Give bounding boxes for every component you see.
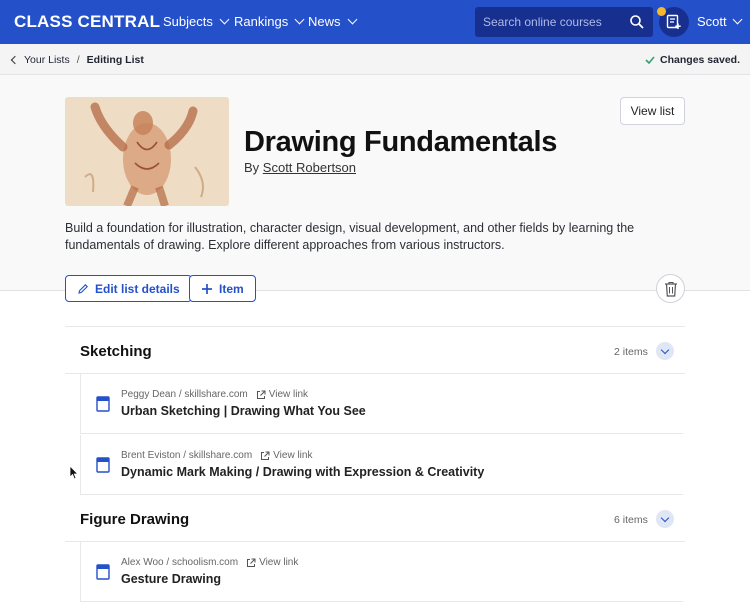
- view-link-label: View link: [273, 450, 313, 461]
- breadcrumb-bar: Your Lists / Editing List Changes saved.: [0, 44, 750, 75]
- nav-subjects-label: Subjects: [163, 14, 213, 29]
- item-title[interactable]: Urban Sketching | Drawing What You See: [121, 404, 366, 418]
- trash-icon: [665, 281, 677, 297]
- anatomy-sketch-image: [65, 97, 229, 206]
- chevron-down-icon: [294, 14, 305, 25]
- list-item[interactable]: Brent Eviston / skillshare.com View link…: [80, 435, 683, 495]
- list-item[interactable]: Alex Woo / schoolism.com View link Gestu…: [80, 542, 683, 602]
- view-link[interactable]: View link: [260, 450, 312, 461]
- author-link[interactable]: Scott Robertson: [263, 160, 356, 175]
- list-title: Drawing Fundamentals: [244, 126, 558, 158]
- notification-dot: [657, 7, 666, 16]
- item-meta: Peggy Dean / skillshare.com View link: [121, 389, 308, 400]
- save-status-text: Changes saved.: [660, 54, 740, 66]
- plus-icon: [202, 283, 212, 294]
- add-item-label: Item: [219, 281, 244, 296]
- mouse-cursor-icon: [69, 465, 79, 480]
- view-link-label: View link: [259, 557, 299, 568]
- view-link[interactable]: View link: [256, 389, 308, 400]
- item-meta: Brent Eviston / skillshare.com View link: [121, 450, 312, 461]
- breadcrumb: Your Lists / Editing List: [10, 54, 144, 66]
- list-header: Drawing Fundamentals By Scott Robertson …: [0, 75, 750, 302]
- check-icon: [645, 56, 655, 64]
- view-link-label: View link: [268, 389, 309, 400]
- section-divider: [65, 326, 685, 327]
- section-title-figure-drawing: Figure Drawing: [80, 511, 190, 528]
- nav-news-label: News: [308, 14, 341, 29]
- nav-rankings-label: Rankings: [234, 14, 289, 29]
- view-list-button[interactable]: View list: [620, 97, 685, 125]
- chevron-down-icon: [219, 14, 230, 25]
- nav-subjects[interactable]: Subjects: [163, 14, 230, 29]
- section-item-count: 2 items: [614, 346, 648, 358]
- list-cover-image: [65, 97, 229, 206]
- item-title[interactable]: Dynamic Mark Making / Drawing with Expre…: [121, 465, 484, 479]
- section-title-sketching: Sketching: [80, 343, 152, 360]
- external-link-icon: [247, 558, 256, 567]
- list-item[interactable]: Peggy Dean / skillshare.com View link Ur…: [80, 374, 683, 434]
- user-name: Scott: [697, 14, 727, 29]
- chevron-down-icon: [347, 14, 357, 25]
- search-placeholder: Search online courses: [483, 15, 602, 29]
- breadcrumb-parent[interactable]: Your Lists: [24, 54, 70, 66]
- search-input[interactable]: Search online courses: [475, 7, 653, 37]
- edit-list-details-button[interactable]: Edit list details: [65, 275, 192, 302]
- chevron-left-icon: [10, 55, 20, 65]
- list-author: By Scott Robertson: [244, 160, 356, 175]
- edit-list-details-label: Edit list details: [95, 281, 180, 296]
- list-description: Build a foundation for illustration, cha…: [65, 221, 635, 252]
- logo[interactable]: CLASS CENTRAL: [14, 12, 160, 32]
- item-provider: Peggy Dean / skillshare.com: [121, 389, 248, 400]
- item-provider: Alex Woo / schoolism.com: [121, 557, 239, 568]
- section-item-count: 6 items: [614, 514, 648, 526]
- chevron-down-icon[interactable]: [656, 510, 674, 528]
- pencil-icon: [78, 283, 88, 294]
- nav-rankings[interactable]: Rankings: [234, 14, 305, 29]
- search-icon[interactable]: [629, 14, 645, 30]
- item-meta: Alex Woo / schoolism.com View link: [121, 557, 298, 568]
- nav-news[interactable]: News: [308, 14, 357, 29]
- chevron-down-icon: [732, 14, 743, 25]
- breadcrumb-current: Editing List: [86, 54, 144, 66]
- list-add-icon: [666, 14, 681, 29]
- save-status: Changes saved.: [645, 54, 740, 66]
- chevron-down-icon[interactable]: [656, 342, 674, 360]
- top-nav: CLASS CENTRAL Subjects Rankings News Sea…: [0, 0, 750, 44]
- author-prefix: By: [244, 160, 260, 175]
- course-icon: [96, 396, 110, 412]
- item-provider: Brent Eviston / skillshare.com: [121, 450, 253, 461]
- user-menu[interactable]: Scott: [697, 14, 743, 29]
- add-item-button[interactable]: Item: [189, 275, 256, 302]
- view-link[interactable]: View link: [246, 557, 298, 568]
- course-icon: [96, 457, 110, 473]
- delete-list-button[interactable]: [656, 274, 685, 303]
- breadcrumb-separator: /: [76, 54, 80, 66]
- course-icon: [96, 564, 110, 580]
- external-link-icon: [256, 390, 266, 399]
- external-link-icon: [261, 451, 270, 460]
- item-title[interactable]: Gesture Drawing: [121, 572, 221, 586]
